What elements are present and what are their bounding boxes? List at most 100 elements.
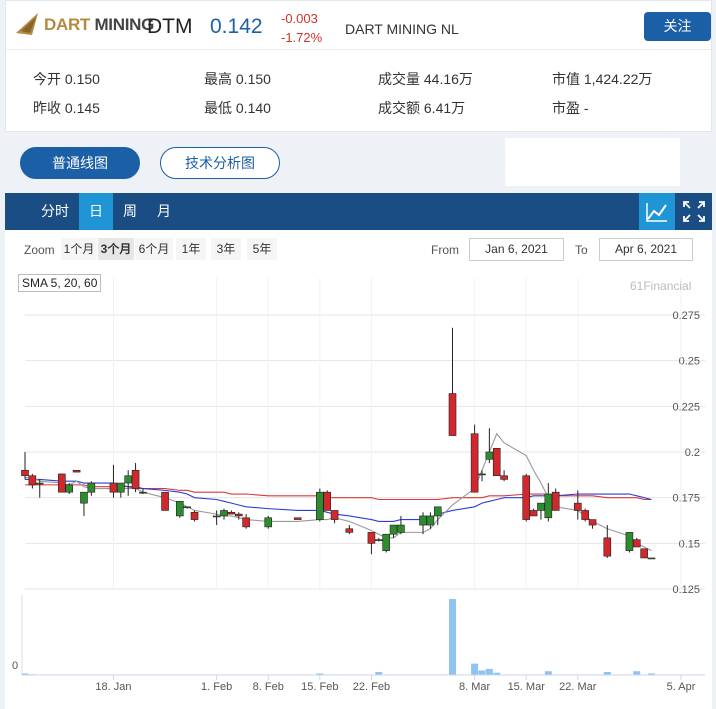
- volume-bar: [633, 671, 641, 675]
- candle-body: [117, 482, 125, 493]
- candle-body: [529, 510, 538, 517]
- change-value: -0.003: [281, 11, 318, 26]
- candle-body: [367, 532, 376, 544]
- candle-body: [345, 528, 354, 533]
- candle-body: [220, 510, 228, 517]
- candle-body: [588, 519, 597, 526]
- candle-body: [544, 493, 553, 519]
- x-tick-label: 8. Feb: [253, 681, 284, 693]
- candle-body: [190, 511, 199, 520]
- x-tick-label: 15. Feb: [301, 681, 338, 693]
- candle-body: [183, 506, 191, 509]
- company-name: DART MINING NL: [345, 21, 459, 37]
- candle-body: [72, 469, 81, 473]
- candle-body: [382, 533, 390, 551]
- candle-body: [470, 433, 479, 493]
- candlestick-chart: 0.275 0.25 0.225 0.2 0.175 0.15 0.125 0 18. Jan 1…: [12, 278, 705, 693]
- stat-market-cap: 市值 1,424.22万: [552, 71, 653, 87]
- volume-bar: [471, 663, 479, 675]
- sma-legend: SMA 5, 20, 60: [18, 274, 102, 292]
- follow-button[interactable]: 关注: [644, 12, 711, 41]
- normal-chart-button[interactable]: 普通线图: [20, 147, 140, 179]
- stat-open: 今开 0.150: [33, 71, 100, 87]
- candle-body: [131, 469, 140, 489]
- x-tick-label: 8. Mar: [459, 681, 491, 693]
- stat-prev-close: 昨收 0.145: [33, 100, 100, 116]
- volume-bar: [544, 671, 552, 675]
- change-percent: -1.72%: [281, 30, 323, 45]
- candle-body: [21, 469, 29, 477]
- volume-bar: [449, 599, 457, 675]
- stat-high: 最高 0.150: [204, 71, 271, 87]
- logo-mark-icon: [16, 13, 38, 35]
- volume-tick-label: 0: [12, 660, 18, 672]
- candle-body: [647, 557, 656, 560]
- candle-body: [293, 517, 302, 520]
- candle-body: [551, 491, 560, 511]
- x-tick-label: 18. Jan: [95, 681, 131, 693]
- volume-bar: [478, 670, 486, 675]
- header-divider: [6, 49, 711, 50]
- candle-body: [323, 491, 332, 511]
- y-tick-label: 0.15: [679, 538, 700, 550]
- candle-body: [500, 475, 508, 480]
- x-tick-label: 22. Mar: [559, 681, 597, 693]
- chart-panel: 分时 日 周 月 Zoom 1个月 3个月 6个月 1年 3年 5年 From …: [5, 193, 712, 709]
- candle-body: [389, 524, 398, 535]
- candle-body: [492, 448, 501, 477]
- candle-body: [485, 451, 494, 460]
- candle-body: [139, 491, 147, 494]
- y-tick-label: 0.225: [672, 401, 700, 413]
- candle-body: [227, 511, 236, 515]
- candle-body: [87, 482, 96, 493]
- price-change: -0.003 -1.72%: [281, 9, 322, 47]
- chart-credit: 61Financial: [630, 279, 692, 293]
- stock-symbol: DTM: [147, 15, 193, 38]
- x-tick-label: 15. Mar: [508, 681, 546, 693]
- blank-panel: [505, 138, 680, 186]
- candle-body: [397, 524, 405, 533]
- volume-bar: [485, 668, 493, 675]
- y-tick-label: 0.275: [672, 310, 700, 322]
- candle-body: [478, 473, 486, 476]
- candle-body: [234, 513, 243, 517]
- last-price: 0.142: [210, 15, 263, 38]
- candle-body: [242, 517, 250, 528]
- y-tick-label: 0.175: [672, 493, 700, 505]
- candle-body: [419, 515, 427, 526]
- x-tick-label: 22. Feb: [353, 681, 390, 693]
- candle-body: [264, 517, 273, 528]
- candle-body: [522, 475, 531, 520]
- logo-text: DART MINING: [44, 15, 155, 34]
- candle-body: [28, 475, 37, 486]
- technical-chart-button[interactable]: 技术分析图: [160, 147, 280, 179]
- stat-turnover: 成交额 6.41万: [378, 100, 466, 116]
- candle-body: [433, 506, 442, 517]
- company-logo: DART MINING: [14, 9, 154, 41]
- quote-header: DART MINING DTM 0.142 -0.003 -1.72% DART…: [5, 0, 712, 132]
- y-tick-label: 0.25: [679, 356, 700, 368]
- candle-body: [581, 510, 589, 520]
- candle-body: [426, 515, 435, 526]
- candle-body: [212, 515, 221, 518]
- candle-body: [448, 393, 457, 436]
- candle-body: [603, 537, 612, 557]
- candle-body: [175, 501, 184, 517]
- candle-body: [65, 484, 74, 493]
- x-tick-label: 5. Apr: [667, 681, 696, 693]
- y-tick-label: 0.2: [685, 447, 700, 459]
- y-tick-label: 0.125: [672, 584, 700, 596]
- candle-body: [330, 510, 339, 520]
- candle-body: [640, 548, 648, 559]
- candle-body: [124, 475, 132, 484]
- x-tick-label: 1. Feb: [201, 681, 232, 693]
- candle-body: [537, 502, 545, 511]
- candle-body: [625, 532, 634, 551]
- candle-body: [80, 491, 88, 504]
- candle-body: [574, 502, 582, 511]
- candle-body: [58, 473, 66, 493]
- candle-body: [35, 482, 44, 485]
- candle-body: [632, 539, 641, 548]
- candle-body: [109, 482, 118, 493]
- candle-body: [316, 491, 324, 520]
